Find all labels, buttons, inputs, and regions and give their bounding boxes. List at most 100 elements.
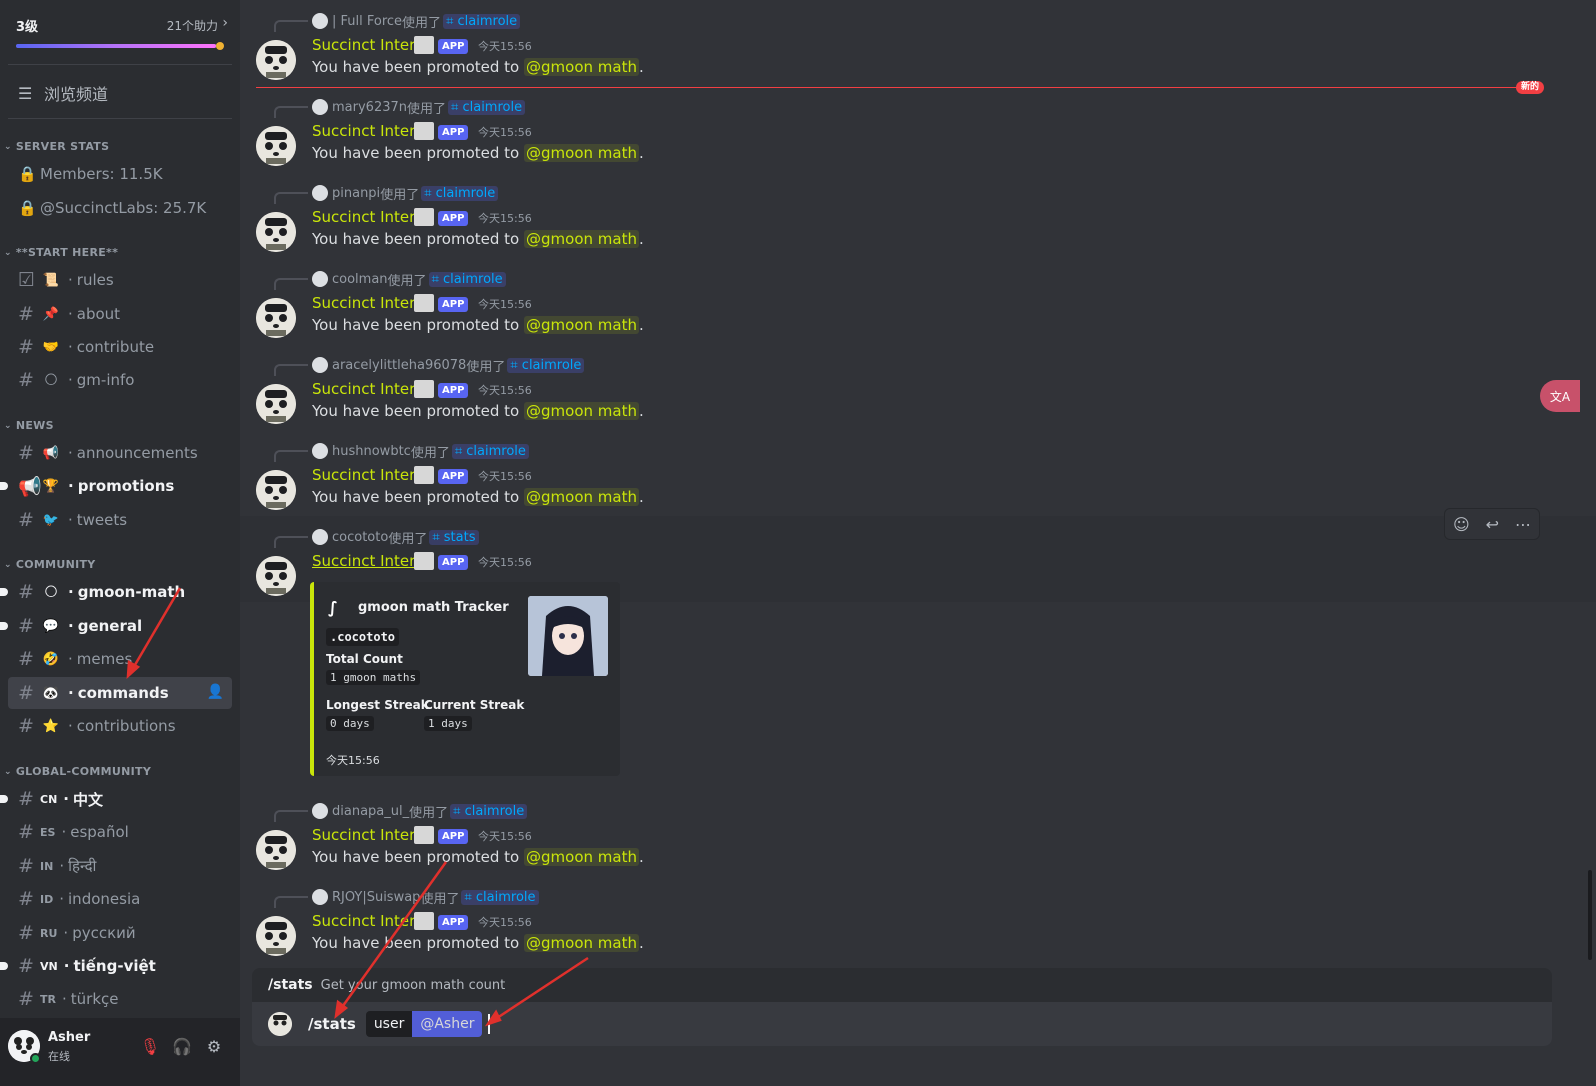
avatar[interactable] <box>256 470 296 510</box>
command-link[interactable]: ⌗ claimrole <box>450 803 528 819</box>
sidebar-item-commands[interactable]: # 🐼 · commands 👤 <box>8 677 232 709</box>
more-options-icon[interactable]: ⋯ <box>1515 515 1531 534</box>
message-input[interactable]: /stats user @Asher <box>252 1002 1552 1046</box>
bot-username[interactable]: Succinct Intern <box>312 466 425 484</box>
command-reference[interactable]: pinanpi 使用了 ⌗ claimrole <box>274 184 499 204</box>
message-row[interactable]: coolman 使用了 ⌗ claimrole Succinct Intern … <box>240 258 1596 344</box>
message-row[interactable]: pinanpi 使用了 ⌗ claimrole Succinct Intern … <box>240 172 1596 258</box>
sidebar-item-ru[interactable]: # RU · русский <box>8 917 232 949</box>
command-suggestion[interactable]: /stats Get your gmoon math count <box>252 968 1552 1002</box>
message-row[interactable]: RJOY|Suiswap 使用了 ⌗ claimrole Succinct In… <box>240 876 1596 962</box>
bot-username[interactable]: Succinct Intern <box>312 294 425 312</box>
command-reference[interactable]: RJOY|Suiswap 使用了 ⌗ claimrole <box>274 888 539 908</box>
avatar[interactable] <box>256 212 296 252</box>
category-server-stats[interactable]: ⌄ SERVER STATS <box>4 140 109 153</box>
invoking-user[interactable]: coolman <box>332 272 388 287</box>
message-row[interactable]: | Full Force 使用了 ⌗ claimrole Succinct In… <box>240 0 1596 86</box>
add-reaction-icon[interactable]: ☺ <box>1453 515 1470 534</box>
sidebar-item-memes[interactable]: # 🤣 · memes <box>8 643 232 675</box>
message-row[interactable]: aracelylittleha96078 使用了 ⌗ claimrole Suc… <box>240 344 1596 430</box>
category-news[interactable]: ⌄ NEWS <box>4 419 54 432</box>
invoking-user[interactable]: aracelylittleha96078 <box>332 358 466 373</box>
role-mention[interactable]: @gmoon math <box>524 488 639 506</box>
command-link[interactable]: ⌗ claimrole <box>451 443 529 459</box>
category-global-community[interactable]: ⌄ GLOBAL-COMMUNITY <box>4 765 151 778</box>
command-option-user[interactable]: user @Asher <box>365 1011 483 1037</box>
invoking-user[interactable]: cocototo <box>332 530 388 545</box>
gear-icon[interactable]: ⚙ <box>200 1032 228 1060</box>
command-link[interactable]: ⌗ claimrole <box>421 185 499 201</box>
role-mention[interactable]: @gmoon math <box>524 230 639 248</box>
browse-channels-button[interactable]: ☰ 浏览频道 <box>8 76 232 110</box>
bot-username[interactable]: Succinct Intern <box>312 912 425 930</box>
sidebar-item-gm-info[interactable]: # 🌕 · gm-info <box>8 364 232 396</box>
bot-username[interactable]: Succinct Intern <box>312 122 425 140</box>
message-row[interactable]: dianapa_ul_ 使用了 ⌗ claimrole Succinct Int… <box>240 790 1596 876</box>
bot-username[interactable]: Succinct Intern <box>312 380 425 398</box>
avatar[interactable] <box>256 556 296 596</box>
role-mention[interactable]: @gmoon math <box>524 848 639 866</box>
sidebar-item-in[interactable]: # IN · हिन्दी <box>8 850 232 882</box>
sidebar-item-about[interactable]: # 📌 · about <box>8 298 232 330</box>
command-reference[interactable]: cocototo 使用了 ⌗ stats <box>274 528 479 548</box>
avatar[interactable] <box>256 830 296 870</box>
embed-thumbnail[interactable] <box>528 596 608 676</box>
role-mention[interactable]: @gmoon math <box>524 58 639 76</box>
role-mention[interactable]: @gmoon math <box>524 402 639 420</box>
sidebar-item-announcements[interactable]: # 📢 · announcements <box>8 437 232 469</box>
scrollbar[interactable] <box>1588 870 1592 960</box>
role-mention[interactable]: @gmoon math <box>524 144 639 162</box>
command-reference[interactable]: hushnowbtc 使用了 ⌗ claimrole <box>274 442 529 462</box>
avatar[interactable] <box>256 298 296 338</box>
sidebar-item-contributions[interactable]: # ⭐ · contributions <box>8 710 232 742</box>
sidebar-item-vn[interactable]: # VN · tiếng-việt <box>0 950 232 982</box>
bot-username[interactable]: Succinct Intern <box>312 208 425 226</box>
server-boost-progress[interactable]: 3级 21个助力 › <box>16 15 228 52</box>
command-link[interactable]: ⌗ stats <box>429 529 479 545</box>
bot-username[interactable]: Succinct Intern <box>312 552 425 570</box>
command-reference[interactable]: mary6237n 使用了 ⌗ claimrole <box>274 98 526 118</box>
command-reference[interactable]: dianapa_ul_ 使用了 ⌗ claimrole <box>274 802 528 822</box>
bot-username[interactable]: Succinct Intern <box>312 826 425 844</box>
message-row[interactable]: mary6237n 使用了 ⌗ claimrole Succinct Inter… <box>240 86 1596 172</box>
command-link[interactable]: ⌗ claimrole <box>507 357 585 373</box>
command-reference[interactable]: aracelylittleha96078 使用了 ⌗ claimrole <box>274 356 585 376</box>
sidebar-item-succinctlabs[interactable]: 🔒 @SuccinctLabs: 25.7K <box>8 192 232 224</box>
command-reference[interactable]: | Full Force 使用了 ⌗ claimrole <box>274 12 521 32</box>
command-link[interactable]: ⌗ claimrole <box>428 271 506 287</box>
avatar[interactable] <box>256 40 296 80</box>
invoking-user[interactable]: pinanpi <box>332 186 380 201</box>
sidebar-item-tweets[interactable]: # 🐦 · tweets <box>8 504 232 536</box>
mute-microphone-icon[interactable]: 🎙 <box>136 1032 164 1060</box>
command-link[interactable]: ⌗ claimrole <box>448 99 526 115</box>
sidebar-item-cn[interactable]: # CN · 中文 <box>0 783 232 815</box>
sidebar-item-es[interactable]: # ES · español <box>8 816 232 848</box>
invoking-user[interactable]: RJOY|Suiswap <box>332 890 420 905</box>
sidebar-item-members[interactable]: 🔒 Members: 11.5K <box>8 158 232 190</box>
role-mention[interactable]: @gmoon math <box>524 934 639 952</box>
avatar[interactable] <box>256 126 296 166</box>
headphones-icon[interactable]: 🎧 <box>168 1032 196 1060</box>
bot-username[interactable]: Succinct Intern <box>312 36 425 54</box>
command-link[interactable]: ⌗ claimrole <box>461 889 539 905</box>
invoking-user[interactable]: hushnowbtc <box>332 444 411 459</box>
sidebar-item-rules[interactable]: ☑ 📜 · rules <box>8 264 232 296</box>
command-reference[interactable]: coolman 使用了 ⌗ claimrole <box>274 270 506 290</box>
sidebar-item-gmoon-math[interactable]: # 🌕 · gmoon-math <box>0 576 232 608</box>
command-link[interactable]: ⌗ claimrole <box>443 13 521 29</box>
sidebar-item-id[interactable]: # ID · indonesia <box>8 883 232 915</box>
sidebar-item-contribute[interactable]: # 🤝 · contribute <box>8 331 232 363</box>
invoking-user[interactable]: | Full Force <box>332 14 402 29</box>
invoking-user[interactable]: mary6237n <box>332 100 407 115</box>
role-mention[interactable]: @gmoon math <box>524 316 639 334</box>
translate-button[interactable]: 文A <box>1540 380 1580 412</box>
avatar[interactable] <box>256 916 296 956</box>
category-start-here[interactable]: ⌄ **START HERE** <box>4 246 118 259</box>
sidebar-item-tr[interactable]: # TR · türkçe <box>8 983 232 1015</box>
sidebar-item-general[interactable]: # 💬 · general <box>0 610 232 642</box>
category-community[interactable]: ⌄ COMMUNITY <box>4 558 96 571</box>
invoking-user[interactable]: dianapa_ul_ <box>332 804 409 819</box>
message-row[interactable]: hushnowbtc 使用了 ⌗ claimrole Succinct Inte… <box>240 430 1596 516</box>
invite-user-icon[interactable]: 👤 <box>207 684 224 700</box>
reply-icon[interactable]: ↩ <box>1486 515 1499 534</box>
